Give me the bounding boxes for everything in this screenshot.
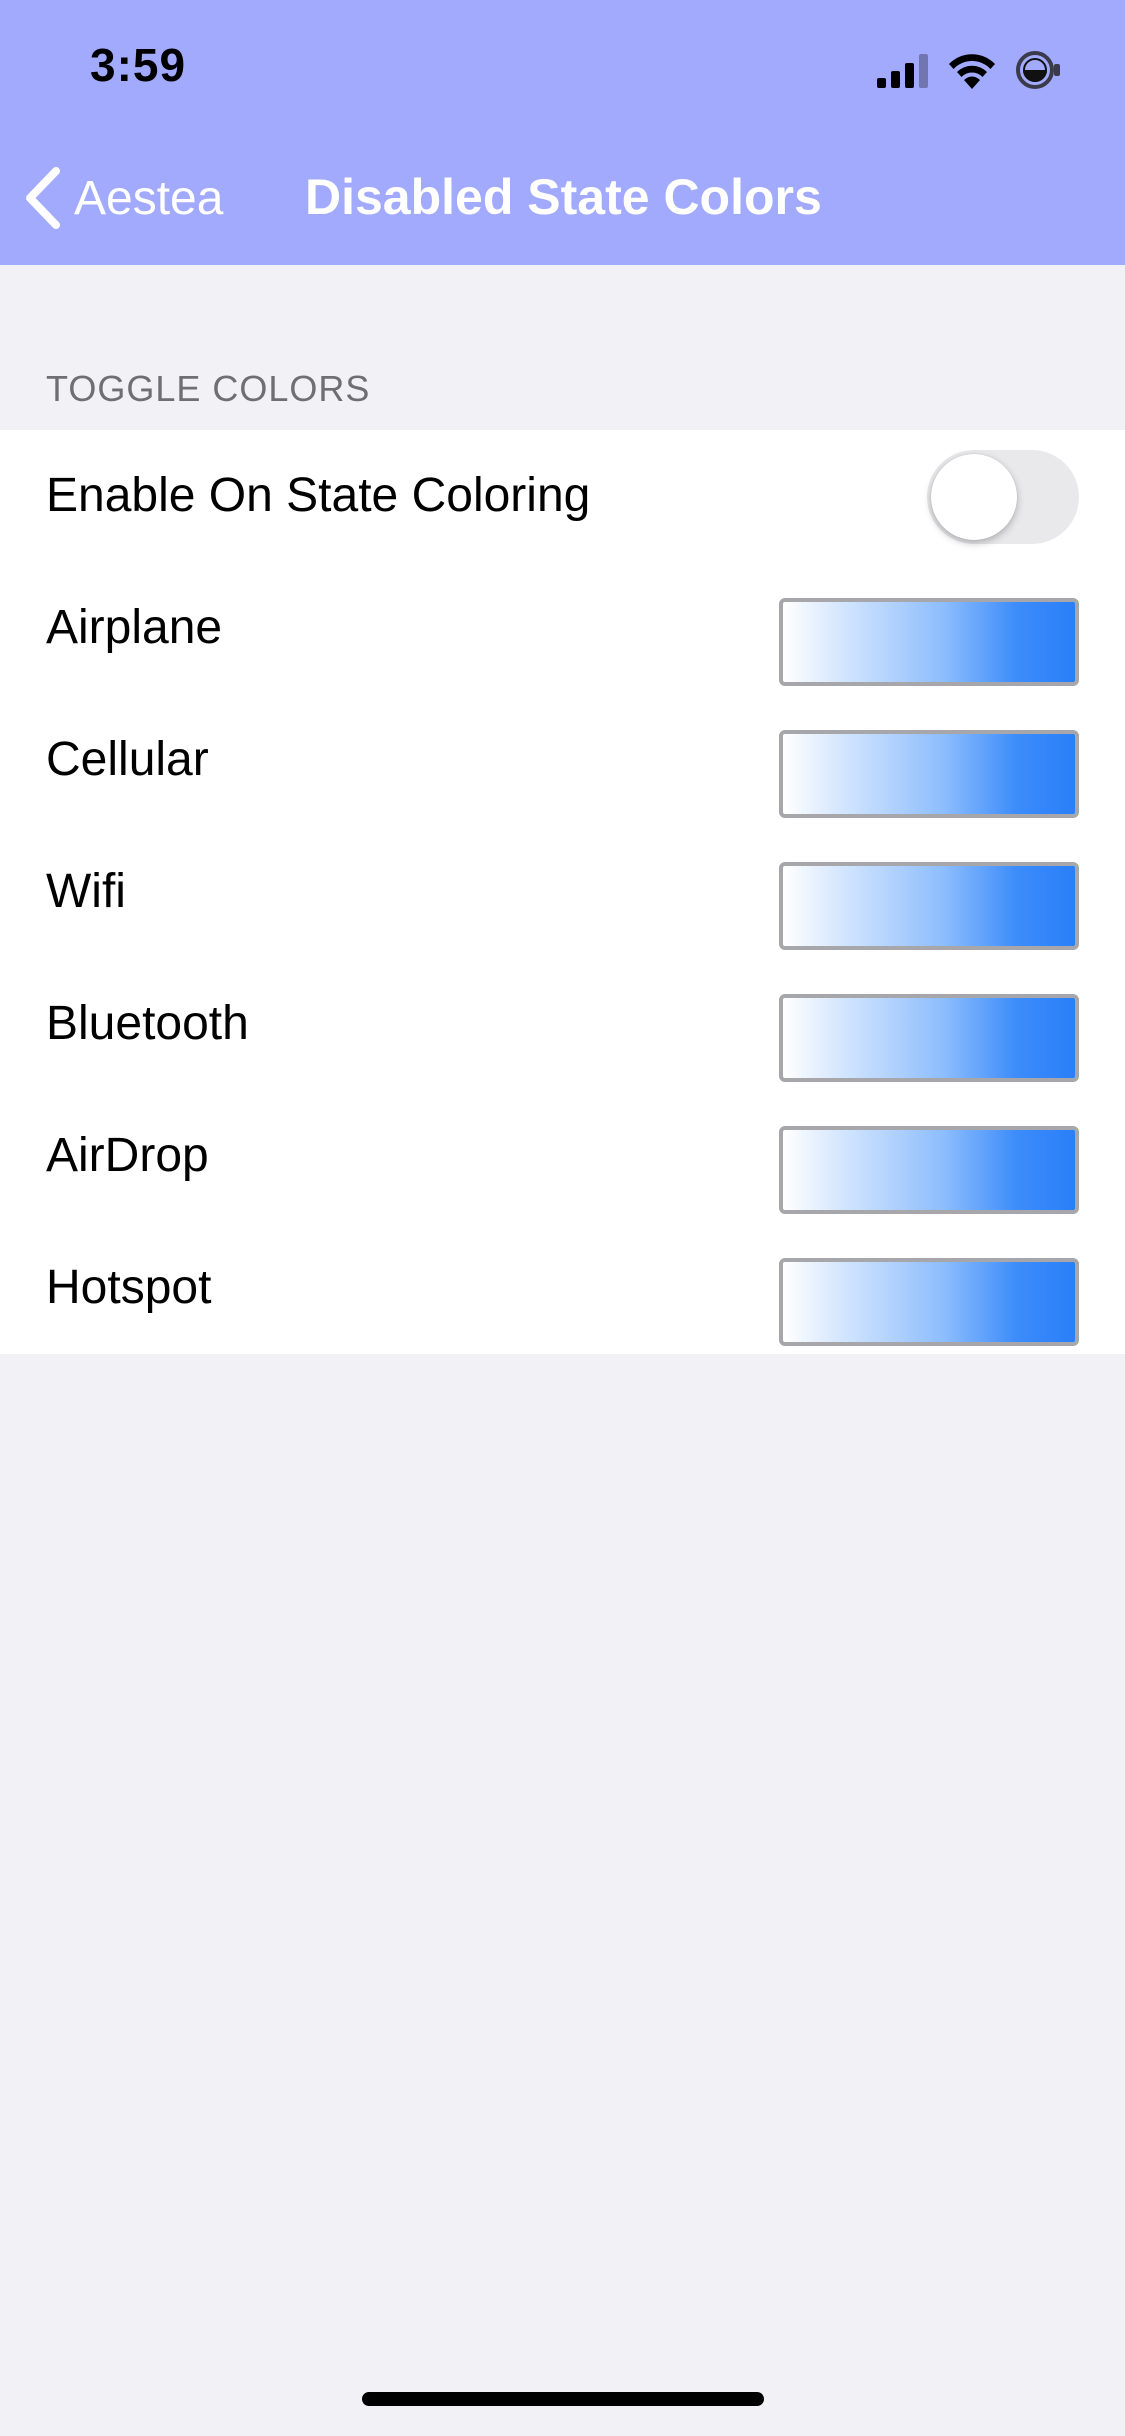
row-label: Wifi xyxy=(46,865,126,918)
section-header: TOGGLE COLORS xyxy=(46,368,371,409)
status-icons xyxy=(877,48,1063,92)
setting-row-wifi: Wifi xyxy=(0,826,1125,958)
row-label: Airplane xyxy=(46,601,223,654)
back-button[interactable]: Aestea xyxy=(24,160,223,236)
row-label: Hotspot xyxy=(46,1261,212,1314)
row-label: Bluetooth xyxy=(46,997,249,1050)
battery-icon xyxy=(1016,51,1060,89)
setting-row-bluetooth: Bluetooth xyxy=(0,958,1125,1090)
row-label: AirDrop xyxy=(46,1129,209,1182)
hotspot-color-swatch[interactable] xyxy=(779,1258,1079,1346)
bluetooth-color-swatch[interactable] xyxy=(779,994,1079,1082)
setting-row-hotspot: Hotspot xyxy=(0,1222,1125,1354)
setting-row-airdrop: AirDrop xyxy=(0,1090,1125,1222)
airdrop-color-swatch[interactable] xyxy=(779,1126,1079,1214)
row-label: Cellular xyxy=(46,733,209,786)
toggle-knob xyxy=(931,454,1017,540)
setting-row-cellular: Cellular xyxy=(0,694,1125,826)
setting-row-airplane: Airplane xyxy=(0,562,1125,694)
settings-group: Enable On State Coloring Airplane Cellul… xyxy=(0,430,1125,1354)
signal-icon xyxy=(877,54,928,88)
wifi-color-swatch[interactable] xyxy=(779,862,1079,950)
airplane-color-swatch[interactable] xyxy=(779,598,1079,686)
cellular-color-swatch[interactable] xyxy=(779,730,1079,818)
row-label: Enable On State Coloring xyxy=(46,469,591,522)
status-time: 3:59 xyxy=(90,39,187,91)
navigation-header: 3:59 Aestea Disabled State Colors xyxy=(0,0,1125,265)
back-button-label: Aestea xyxy=(74,171,224,225)
page-title: Disabled State Colors xyxy=(305,169,822,225)
chevron-left-icon xyxy=(26,167,60,229)
setting-row-enable-on-state-coloring: Enable On State Coloring xyxy=(0,430,1125,562)
wifi-icon xyxy=(949,54,995,89)
enable-on-state-coloring-toggle[interactable] xyxy=(927,450,1079,544)
home-indicator[interactable] xyxy=(362,2392,764,2406)
